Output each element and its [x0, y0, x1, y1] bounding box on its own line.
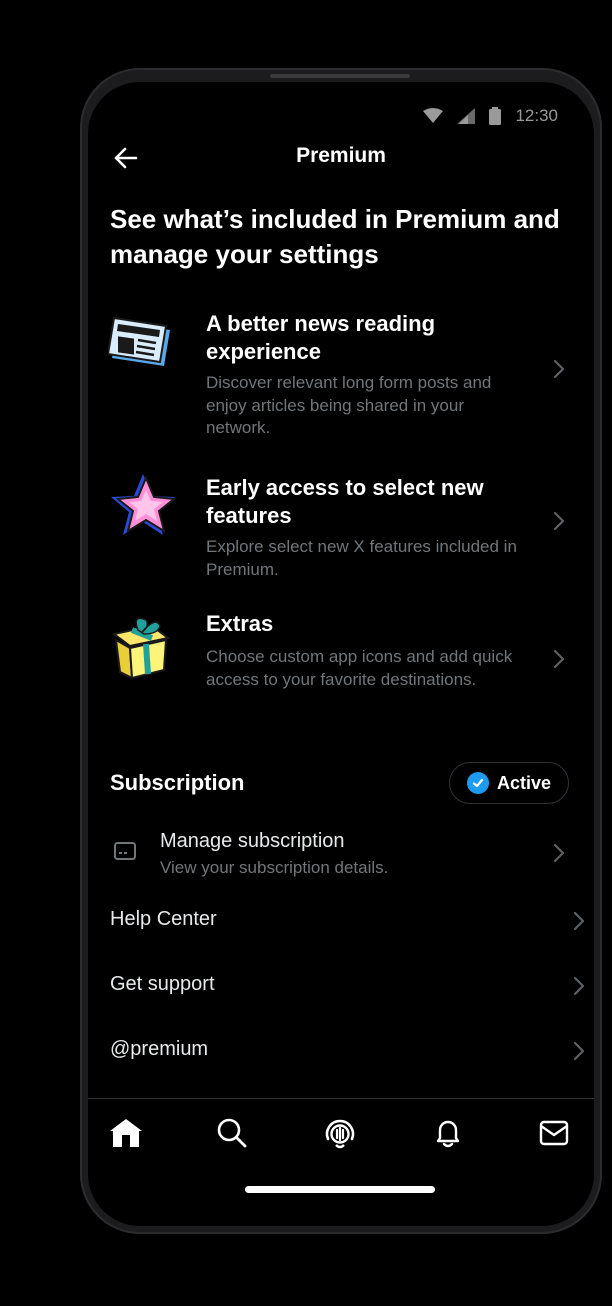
feature-description: Discover relevant long form posts and en…: [206, 373, 492, 437]
messages-icon: [539, 1120, 569, 1146]
gift-icon: [111, 617, 171, 680]
get-support-label: Get support: [110, 973, 215, 995]
nav-home[interactable]: [108, 1115, 144, 1151]
get-support-link[interactable]: Get support: [88, 963, 594, 1007]
feature-news-reading[interactable]: A better news reading experience Discove…: [88, 304, 594, 439]
nav-messages[interactable]: [536, 1115, 572, 1151]
feature-description: Choose custom app icons and add quick ac…: [206, 647, 513, 689]
chevron-right-icon: [553, 649, 565, 669]
feature-title: Extras: [206, 611, 274, 636]
headline: See what’s included in Premium and manag…: [110, 204, 560, 269]
chevron-right-icon: [553, 843, 565, 863]
chevron-right-icon: [573, 1041, 585, 1061]
premium-account-label: @premium: [110, 1038, 209, 1060]
chevron-right-icon: [573, 976, 585, 996]
status-bar: 12:30: [423, 102, 558, 130]
bottom-navigation: [88, 1098, 594, 1169]
nav-notifications[interactable]: [430, 1115, 466, 1151]
manage-subscription-title: Manage subscription: [160, 830, 345, 852]
feature-title: A better news reading experience: [206, 311, 436, 364]
verified-check-icon: [466, 772, 489, 794]
newspaper-icon: [108, 316, 170, 366]
credit-card-icon: [114, 842, 136, 860]
chevron-right-icon: [553, 359, 565, 379]
manage-subscription-row[interactable]: Manage subscription View your subscripti…: [88, 822, 594, 880]
nav-search[interactable]: [214, 1115, 250, 1151]
subscription-heading: Subscription: [110, 770, 245, 795]
nav-spaces[interactable]: [322, 1115, 358, 1151]
app-screen: 12:30 Premium See what’s included in Pre…: [88, 82, 594, 1226]
speaker-grille: [270, 74, 410, 78]
home-icon: [110, 1119, 142, 1147]
notifications-icon: [436, 1120, 460, 1148]
spaces-icon: [325, 1119, 355, 1149]
search-icon: [217, 1118, 247, 1148]
help-center-label: Help Center: [110, 908, 217, 930]
status-badge-label: Active: [496, 772, 552, 793]
status-time: 12:30: [515, 106, 558, 125]
wifi-icon: [423, 108, 444, 123]
feature-description: Explore select new X features included i…: [206, 537, 517, 579]
chevron-right-icon: [573, 911, 585, 931]
star-icon: [111, 474, 177, 535]
home-indicator[interactable]: [245, 1186, 435, 1193]
page-title: Premium: [296, 144, 386, 167]
battery-icon: [489, 107, 502, 125]
help-center-link[interactable]: Help Center: [88, 898, 594, 942]
feature-early-access[interactable]: Early access to select new features Expl…: [88, 468, 594, 579]
feature-title: Early access to select new features: [206, 475, 484, 528]
app-bar: Premium: [88, 132, 594, 182]
chevron-right-icon: [553, 511, 565, 531]
manage-subscription-subtitle: View your subscription details.: [160, 858, 389, 877]
premium-account-link[interactable]: @premium: [88, 1028, 594, 1072]
phone-frame: 12:30 Premium See what’s included in Pre…: [80, 68, 602, 1234]
feature-extras[interactable]: Extras Choose custom app icons and add q…: [88, 610, 594, 720]
signal-icon: [457, 108, 476, 124]
status-badge: Active: [449, 762, 569, 804]
